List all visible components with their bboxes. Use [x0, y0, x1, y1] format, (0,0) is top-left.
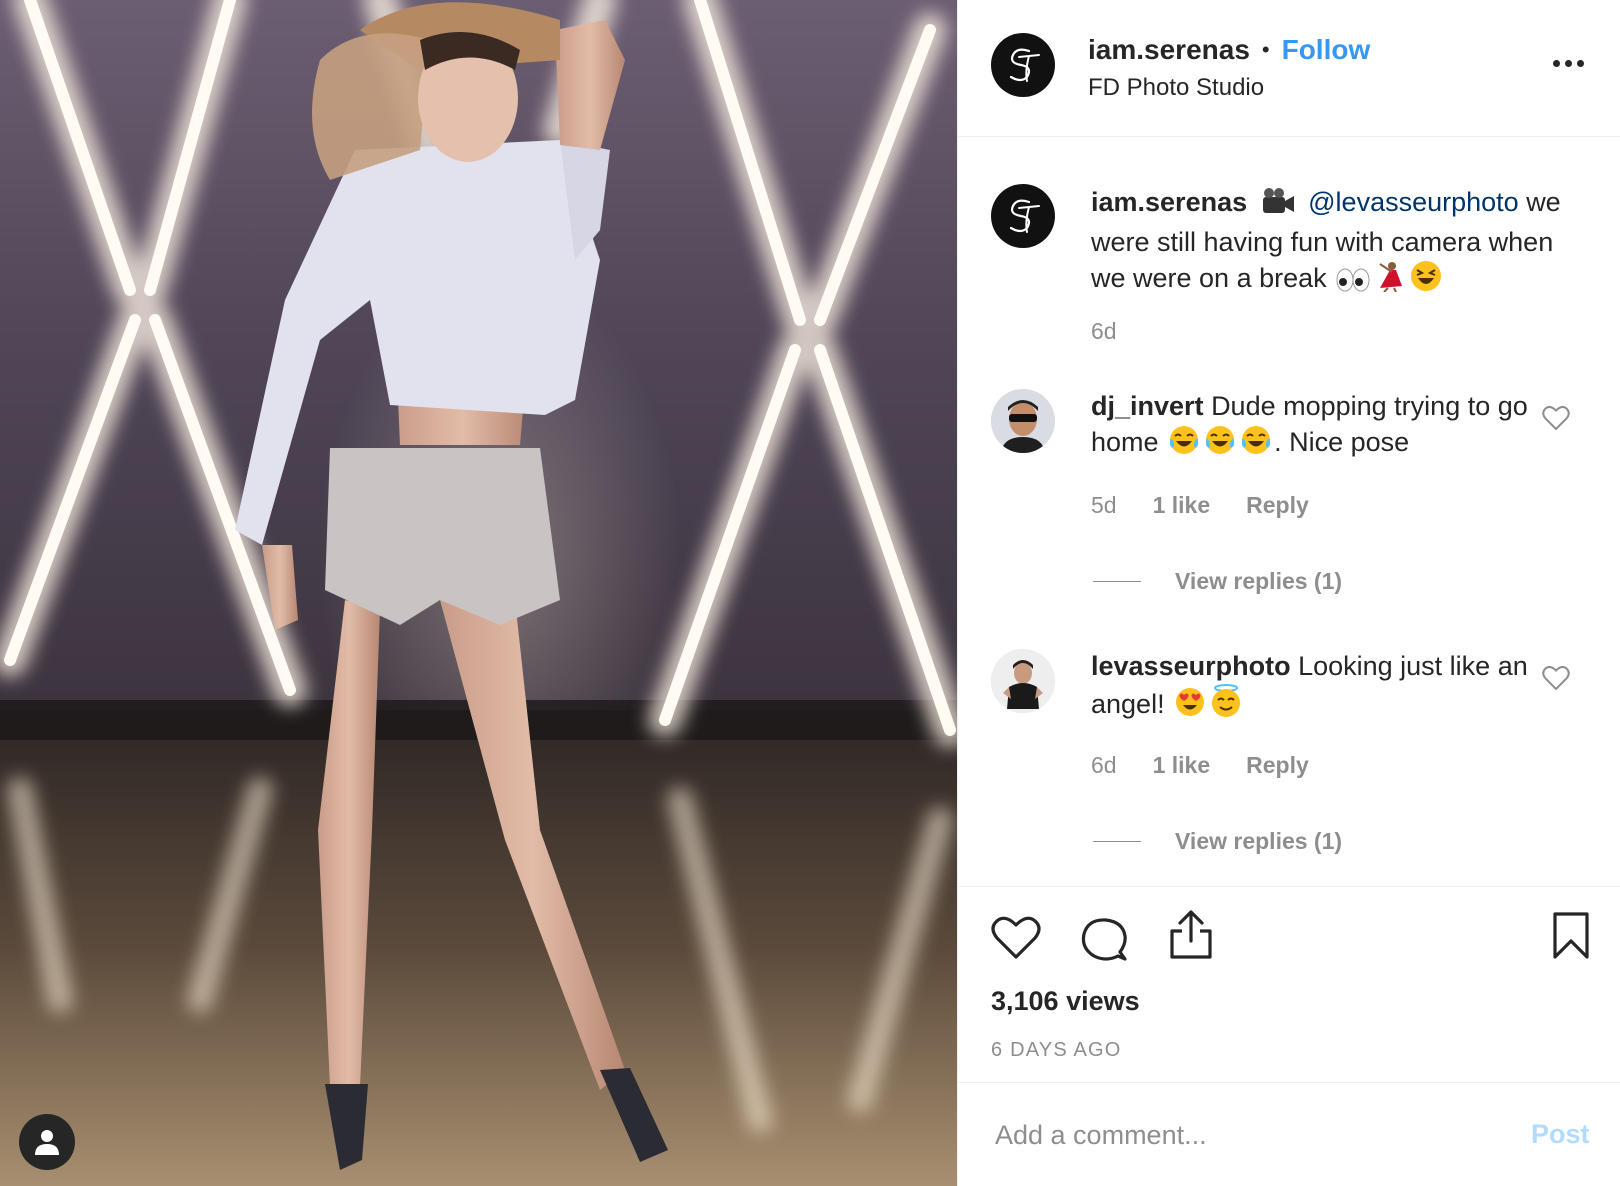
like-button[interactable]: [991, 915, 1041, 966]
post-comment-button[interactable]: Post: [1531, 1119, 1590, 1150]
avatar-image: [991, 649, 1055, 713]
post-location[interactable]: FD Photo Studio: [1088, 74, 1264, 102]
caption-mention-link[interactable]: @levasseurphoto: [1308, 187, 1519, 217]
caption-username[interactable]: iam.serenas: [1091, 187, 1247, 217]
comment-username[interactable]: dj_invert: [1091, 391, 1204, 421]
post-actions: 3,106 views 6 DAYS AGO: [958, 886, 1620, 1100]
avatar-image: [991, 389, 1055, 453]
bookmark-icon: [1553, 912, 1589, 959]
video-camera-icon: [1261, 187, 1295, 224]
tears-of-joy-emoji: [1204, 424, 1236, 465]
comment-username[interactable]: levasseurphoto: [1091, 651, 1291, 681]
view-replies-label: View replies (1): [1175, 568, 1343, 594]
heart-icon: [991, 916, 1041, 959]
dancer-emoji: [1374, 260, 1406, 301]
share-button[interactable]: [1168, 909, 1214, 966]
comment-body: dj_invert Dude mopping trying to go home…: [1091, 388, 1531, 465]
user-icon: [35, 1130, 59, 1155]
heart-eyes-emoji: [1174, 686, 1206, 727]
like-comment-button[interactable]: [1542, 405, 1572, 433]
caption-author-avatar[interactable]: [991, 184, 1055, 248]
divider-line: [1093, 581, 1141, 582]
view-replies-button[interactable]: View replies (1): [1093, 828, 1342, 855]
share-icon: [1170, 910, 1212, 959]
studio-photo: [0, 0, 957, 1186]
monogram-logo: [1009, 199, 1040, 233]
comment-body: levasseurphoto Looking just like an ange…: [1091, 648, 1531, 727]
author-avatar[interactable]: [991, 33, 1055, 97]
divider-line: [1093, 841, 1141, 842]
post-caption: iam.serenas @levasseurphoto we were stil…: [1091, 184, 1591, 301]
caption-timestamp[interactable]: 6d: [1091, 318, 1117, 345]
save-button[interactable]: [1551, 911, 1591, 966]
view-replies-label: View replies (1): [1175, 828, 1343, 854]
comment-meta: 6d 1 like Reply: [1091, 752, 1309, 779]
commenter-avatar[interactable]: [991, 649, 1055, 713]
comment-text-end: . Nice pose: [1274, 427, 1410, 457]
eyes-emoji: [1336, 265, 1370, 301]
more-horizontal-icon: [1552, 59, 1560, 67]
comment-timestamp[interactable]: 6d: [1091, 752, 1117, 779]
view-replies-button[interactable]: View replies (1): [1093, 568, 1342, 595]
halo-emoji: [1210, 684, 1242, 727]
view-count[interactable]: 3,106 views: [991, 986, 1140, 1017]
tears-of-joy-emoji: [1240, 424, 1272, 465]
post-date[interactable]: 6 DAYS AGO: [991, 1039, 1122, 1062]
monogram-logo: [1009, 48, 1040, 82]
follow-button[interactable]: Follow: [1282, 34, 1371, 66]
heart-outline-icon: [1542, 665, 1570, 691]
comment-likes[interactable]: 1 like: [1153, 492, 1211, 519]
like-comment-button[interactable]: [1542, 665, 1572, 693]
commenter-avatar[interactable]: [991, 389, 1055, 453]
reply-button[interactable]: Reply: [1246, 492, 1309, 519]
author-username[interactable]: iam.serenas: [1088, 34, 1250, 66]
comment-icon: [1081, 918, 1127, 961]
grinning-squinting-emoji: [1410, 260, 1442, 301]
post-sidebar: iam.serenas • Follow FD Photo Studio iam…: [957, 0, 1620, 1186]
comment-button[interactable]: [1080, 916, 1128, 967]
post-header: iam.serenas • Follow FD Photo Studio: [958, 0, 1620, 137]
comment-likes[interactable]: 1 like: [1153, 752, 1211, 779]
comment-meta: 5d 1 like Reply: [1091, 492, 1309, 519]
comment-input[interactable]: [995, 1115, 1475, 1155]
add-comment-bar: Post: [958, 1082, 1620, 1186]
more-options-button[interactable]: [1548, 46, 1588, 80]
heart-outline-icon: [1542, 405, 1570, 431]
comment-timestamp[interactable]: 5d: [1091, 492, 1117, 519]
separator-dot: •: [1261, 37, 1270, 62]
reply-button[interactable]: Reply: [1246, 752, 1309, 779]
post-media[interactable]: [0, 0, 957, 1186]
tagged-user-button[interactable]: [19, 1114, 75, 1170]
tears-of-joy-emoji: [1168, 424, 1200, 465]
